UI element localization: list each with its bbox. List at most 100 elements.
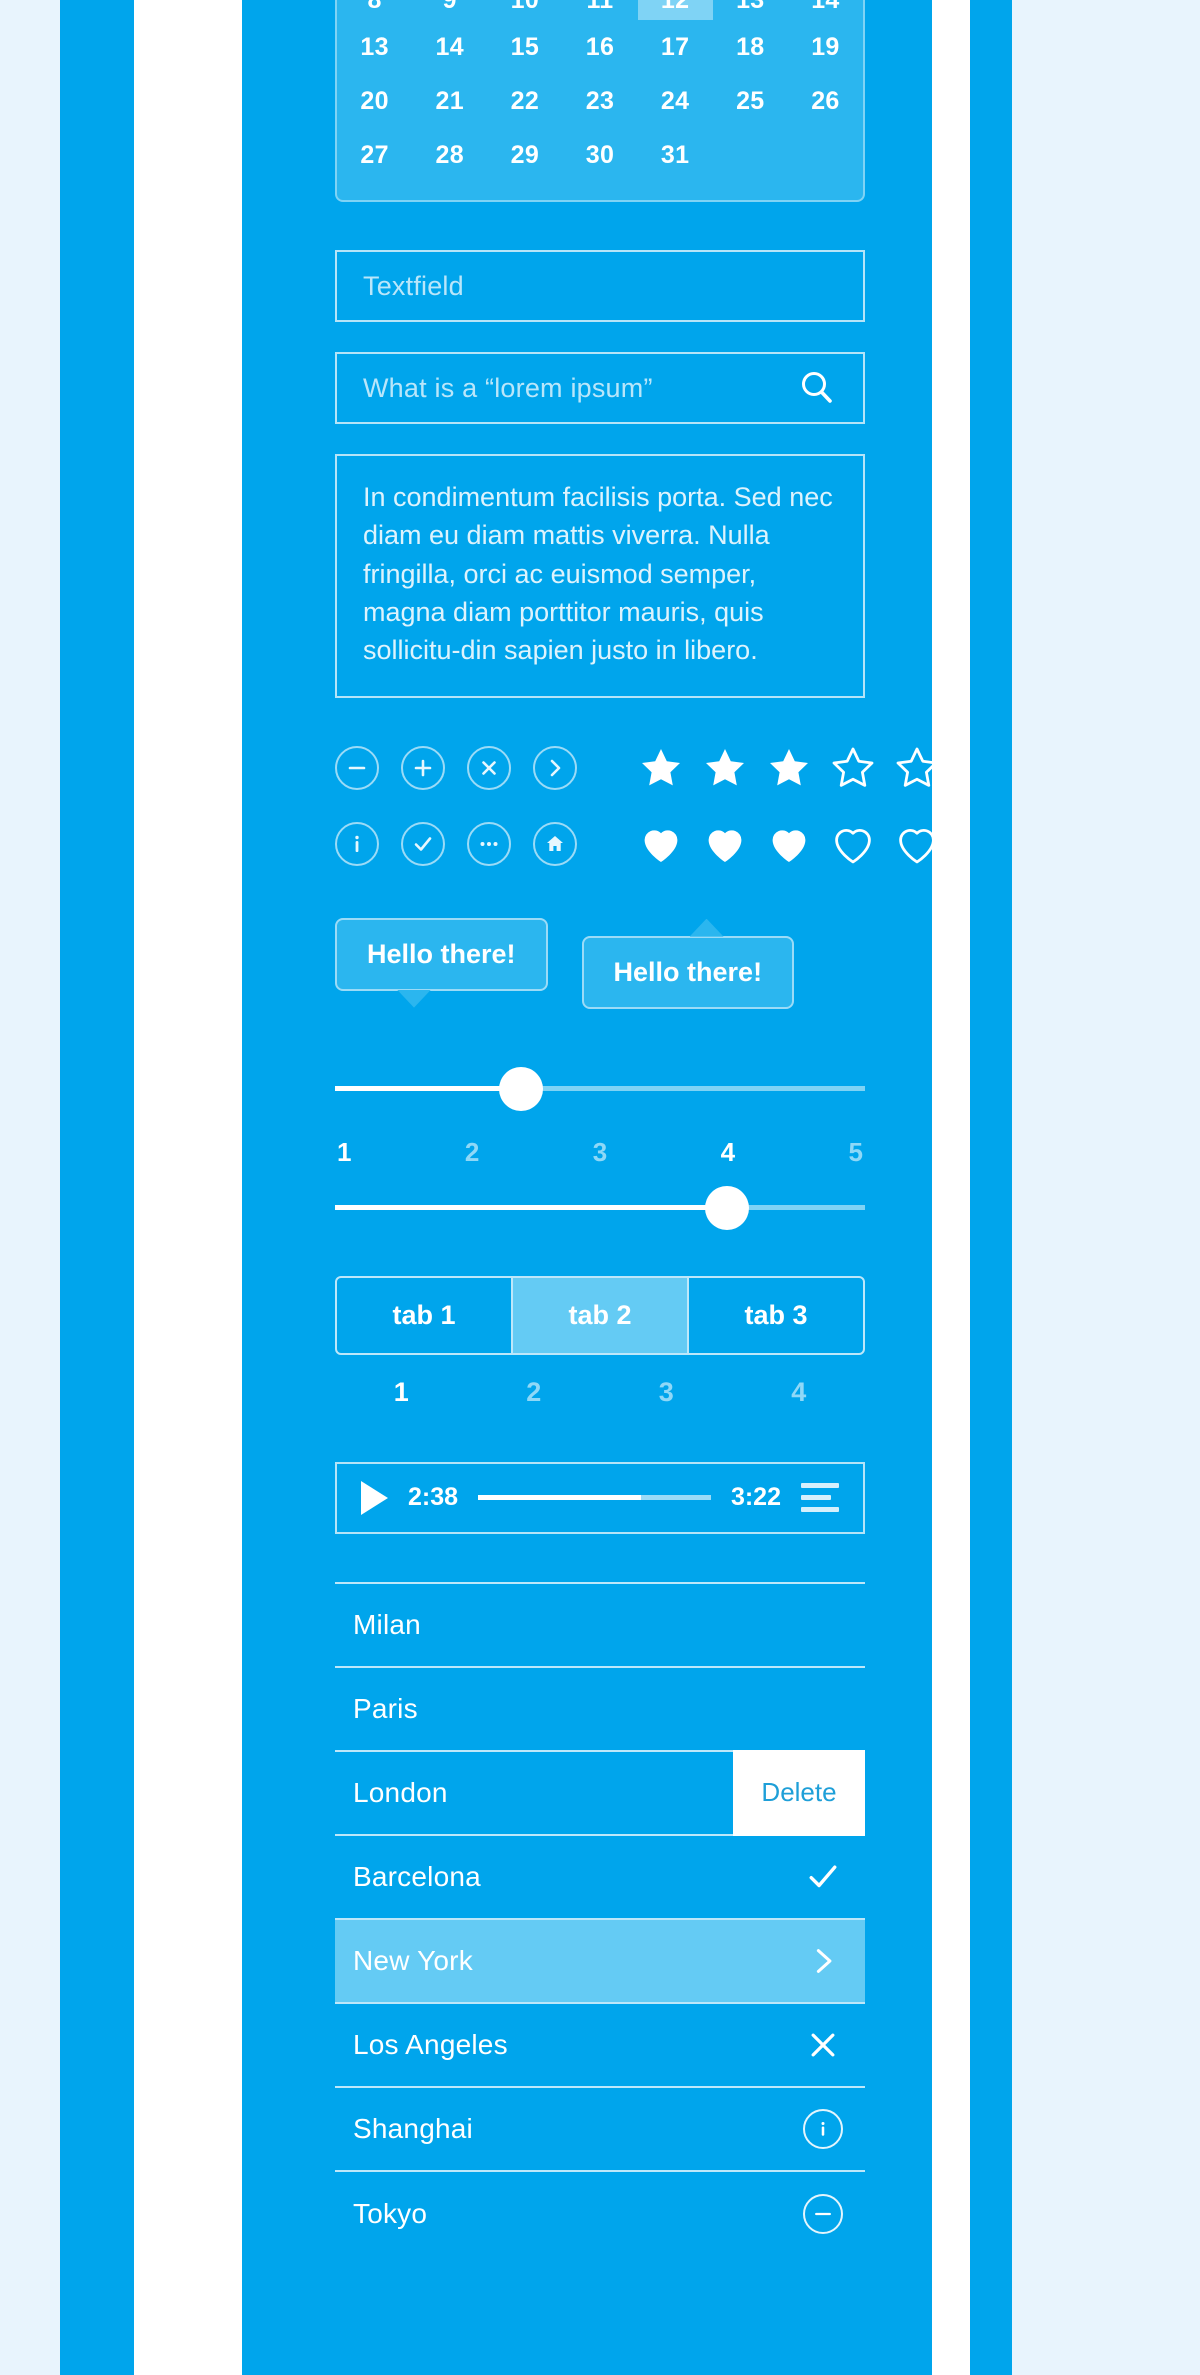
plus-circle-icon[interactable] bbox=[401, 745, 445, 790]
heart-filled-icon[interactable] bbox=[701, 820, 749, 868]
chevron-right-icon[interactable] bbox=[799, 1946, 847, 1976]
delete-button[interactable]: Delete bbox=[733, 1749, 865, 1836]
close-icon[interactable] bbox=[799, 2029, 847, 2061]
check-circle-icon[interactable] bbox=[401, 821, 445, 866]
calendar-widget[interactable]: 8 9 10 11 12 13 14 13 14 15 16 17 18 19 … bbox=[335, 0, 865, 202]
calendar-day[interactable]: 24 bbox=[638, 74, 713, 128]
calendar-week-row: 13 14 15 16 17 18 19 bbox=[337, 20, 863, 74]
slider-scale-label[interactable]: 1 bbox=[337, 1137, 351, 1168]
calendar-day[interactable]: 15 bbox=[487, 20, 562, 74]
search-icon[interactable] bbox=[797, 368, 837, 408]
tooltip-arrow-down-icon bbox=[397, 989, 431, 1008]
calendar-day[interactable]: 31 bbox=[638, 128, 713, 182]
calendar-day[interactable]: 21 bbox=[412, 74, 487, 128]
calendar-day[interactable]: 14 bbox=[788, 0, 863, 20]
close-circle-icon[interactable] bbox=[467, 745, 511, 790]
star-outline-icon[interactable] bbox=[829, 744, 877, 792]
calendar-day[interactable]: 18 bbox=[713, 20, 788, 74]
calendar-day[interactable]: 28 bbox=[412, 128, 487, 182]
heart-outline-icon[interactable] bbox=[893, 820, 941, 868]
check-icon[interactable] bbox=[799, 1860, 847, 1894]
pagination-label: 2 bbox=[526, 1376, 542, 1407]
background-band-white-right bbox=[932, 0, 970, 2375]
calendar-day[interactable]: 25 bbox=[713, 74, 788, 128]
calendar-day[interactable]: 10 bbox=[487, 0, 562, 20]
star-filled-icon[interactable] bbox=[637, 744, 685, 792]
sliders-block: 1 2 3 4 5 bbox=[335, 1061, 865, 1236]
info-circle-icon[interactable] bbox=[335, 821, 379, 866]
playlist-menu-icon[interactable] bbox=[801, 1483, 839, 1513]
pagination-item-1[interactable]: 1 bbox=[335, 1377, 468, 1420]
list-item[interactable]: Milan bbox=[335, 1584, 865, 1668]
calendar-day[interactable]: 22 bbox=[487, 74, 562, 128]
search-value: What is a “lorem ipsum” bbox=[363, 372, 653, 403]
calendar-day[interactable]: 23 bbox=[562, 74, 637, 128]
background-band-white-left bbox=[134, 0, 242, 2375]
calendar-day[interactable]: 13 bbox=[337, 20, 412, 74]
calendar-day[interactable]: 19 bbox=[788, 20, 863, 74]
list-item[interactable]: Shanghai bbox=[335, 2088, 865, 2172]
calendar-day[interactable]: 14 bbox=[412, 20, 487, 74]
calendar-day[interactable]: 11 bbox=[562, 0, 637, 20]
calendar-day[interactable]: 9 bbox=[412, 0, 487, 20]
textarea-input[interactable]: In condimentum facilisis porta. Sed nec … bbox=[335, 454, 865, 698]
pagination-item-4[interactable]: 4 bbox=[733, 1377, 866, 1420]
calendar-day[interactable]: 27 bbox=[337, 128, 412, 182]
tooltip-bottom-arrow[interactable]: Hello there! bbox=[335, 917, 548, 1008]
slider-scale-label[interactable]: 3 bbox=[593, 1137, 607, 1168]
textfield-input[interactable]: Textfield bbox=[335, 250, 865, 322]
search-input[interactable]: What is a “lorem ipsum” bbox=[335, 352, 865, 424]
star-filled-icon[interactable] bbox=[765, 744, 813, 792]
background-band-blue-right bbox=[970, 0, 1012, 2375]
calendar-day-selected[interactable]: 12 bbox=[637, 0, 713, 20]
list-item[interactable]: Tokyo bbox=[335, 2172, 865, 2256]
tooltip-top-arrow[interactable]: Hello there! bbox=[581, 918, 795, 1009]
star-filled-icon[interactable] bbox=[701, 744, 749, 792]
calendar-day[interactable]: 8 bbox=[337, 0, 412, 20]
calendar-week-row: 27 28 29 30 31 bbox=[337, 128, 863, 182]
calendar-day[interactable]: 20 bbox=[337, 74, 412, 128]
tab-2[interactable]: tab 2 bbox=[513, 1277, 689, 1353]
heart-outline-icon[interactable] bbox=[829, 820, 877, 868]
heart-filled-icon[interactable] bbox=[765, 820, 813, 868]
heart-filled-icon[interactable] bbox=[637, 820, 685, 868]
tab-1[interactable]: tab 1 bbox=[337, 1277, 513, 1353]
calendar-day[interactable]: 29 bbox=[487, 128, 562, 182]
icon-row-bottom bbox=[335, 812, 935, 876]
info-circle-icon[interactable] bbox=[799, 2108, 847, 2149]
minus-circle-icon[interactable] bbox=[799, 2193, 847, 2234]
calendar-day[interactable]: 26 bbox=[788, 74, 863, 128]
list-item-selected[interactable]: New York bbox=[335, 1919, 865, 2004]
pagination-item-3[interactable]: 3 bbox=[600, 1377, 733, 1420]
calendar-day[interactable]: 16 bbox=[562, 20, 637, 74]
minus-circle-icon[interactable] bbox=[335, 745, 379, 790]
play-icon[interactable] bbox=[361, 1480, 388, 1515]
slider-knob[interactable] bbox=[498, 1066, 543, 1111]
slider-scale-label[interactable]: 4 bbox=[721, 1137, 735, 1168]
city-list: Milan Paris London Delete Barcelona New … bbox=[335, 1581, 865, 2256]
list-item[interactable]: Paris bbox=[335, 1668, 865, 1752]
player-progress-bar[interactable] bbox=[478, 1495, 711, 1501]
slider-scale-label[interactable]: 5 bbox=[849, 1137, 863, 1168]
calendar-day-empty bbox=[713, 128, 788, 182]
list-item[interactable]: London Delete bbox=[335, 1749, 865, 1836]
audio-player: 2:38 3:22 bbox=[335, 1461, 865, 1534]
chevron-right-circle-icon[interactable] bbox=[533, 745, 577, 790]
list-item[interactable]: Barcelona bbox=[335, 1836, 865, 1920]
home-circle-icon[interactable] bbox=[533, 821, 577, 866]
calendar-day[interactable]: 17 bbox=[638, 20, 713, 74]
slider-scale-label[interactable]: 2 bbox=[465, 1137, 479, 1168]
calendar-day-empty bbox=[788, 128, 863, 182]
pagination-label: 4 bbox=[791, 1376, 807, 1407]
pagination-item-2[interactable]: 2 bbox=[468, 1377, 601, 1420]
star-outline-icon[interactable] bbox=[893, 744, 941, 792]
calendar-day[interactable]: 13 bbox=[713, 0, 788, 20]
slider-bottom[interactable] bbox=[335, 1180, 865, 1236]
tab-3[interactable]: tab 3 bbox=[689, 1278, 863, 1353]
ellipsis-circle-icon[interactable] bbox=[467, 821, 511, 866]
slider-fill bbox=[335, 1086, 521, 1092]
list-item[interactable]: Los Angeles bbox=[335, 2004, 865, 2088]
slider-top[interactable] bbox=[335, 1061, 865, 1117]
slider-knob[interactable] bbox=[705, 1185, 750, 1230]
calendar-day[interactable]: 30 bbox=[562, 128, 637, 182]
